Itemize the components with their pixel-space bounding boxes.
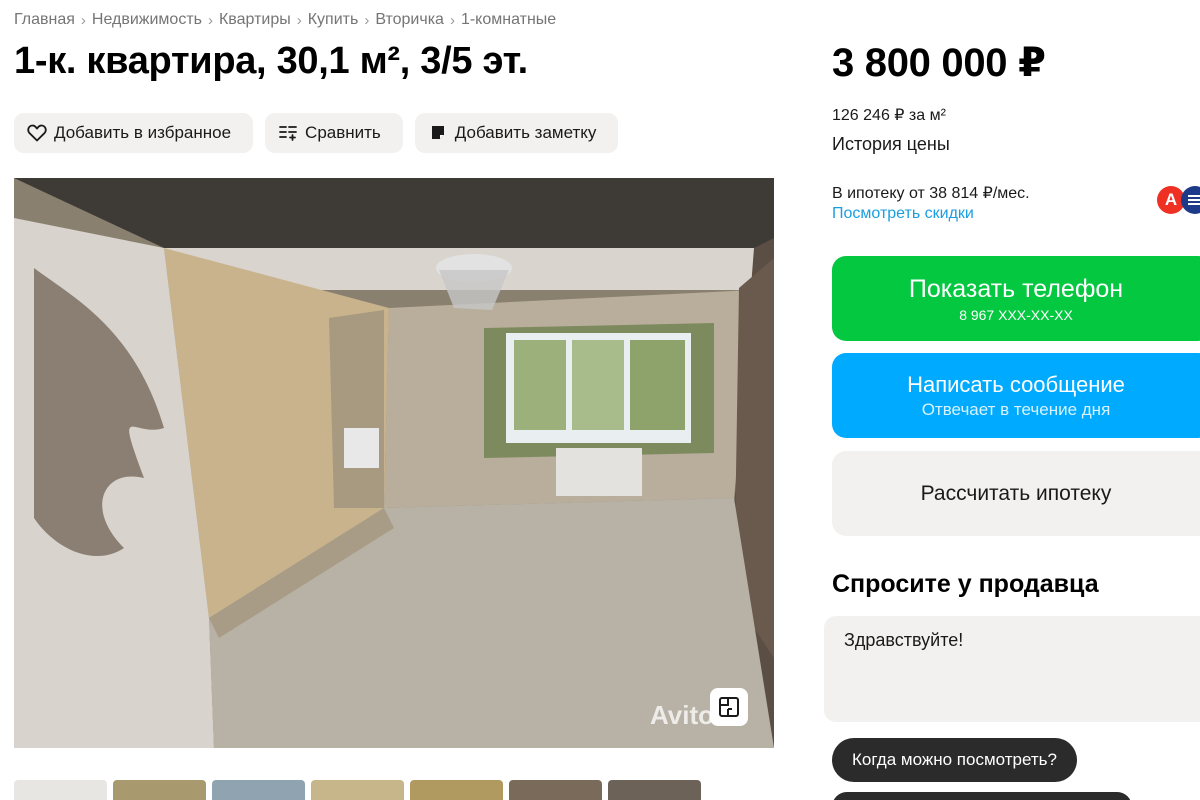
compare-icon (277, 122, 299, 144)
breadcrumb-separator: › (364, 11, 370, 29)
thumbnail[interactable] (212, 780, 305, 800)
avito-watermark: Avito (650, 700, 715, 730)
thumbnail[interactable] (608, 780, 701, 800)
thumbnail[interactable] (509, 780, 602, 800)
breadcrumb-item-buy[interactable]: Купить (308, 11, 359, 29)
breadcrumb-separator: › (296, 11, 302, 29)
phone-number: 8 967 XXX-XX-XX (959, 306, 1073, 323)
breadcrumb-item-secondary[interactable]: Вторичка (375, 11, 444, 29)
show-phone-label: Показать телефон (908, 274, 1124, 303)
add-note-label: Добавить заметку (454, 123, 597, 142)
quick-question-chip[interactable]: Когда можно посмотреть? (832, 738, 1077, 782)
main-photo[interactable]: Avito (14, 178, 774, 748)
breadcrumb-item-realty[interactable]: Недвижимость (92, 11, 202, 29)
compare-button[interactable]: Сравнить (265, 113, 403, 153)
heart-icon (26, 122, 48, 144)
breadcrumb-item-apartments[interactable]: Квартиры (219, 11, 291, 29)
breadcrumb: Главная › Недвижимость › Квартиры › Купи… (14, 11, 556, 29)
floor-plan-button[interactable] (710, 688, 748, 726)
breadcrumb-separator: › (449, 11, 455, 29)
seller-message-input[interactable]: Здравствуйте! (824, 616, 1200, 722)
listing-actions: Добавить в избранное Сравнить Добавить з… (14, 113, 619, 153)
ask-seller-title: Спросите у продавца (832, 570, 1099, 598)
breadcrumb-item-home[interactable]: Главная (14, 11, 75, 29)
page-title: 1-к. квартира, 30,1 м², 3/5 эт. (14, 40, 528, 82)
write-message-label: Написать сообщение (907, 371, 1125, 397)
add-to-favorites-label: Добавить в избранное (54, 123, 232, 142)
note-icon (427, 122, 449, 144)
mortgage-info: В ипотеку от 38 814 ₽/мес. (832, 185, 1030, 202)
quick-question-chip[interactable] (832, 792, 1132, 800)
price-history-link[interactable]: История цены (832, 134, 950, 155)
bank-logo-icon (1181, 186, 1200, 214)
response-time: Отвечает в течение дня (921, 399, 1111, 419)
price: 3 800 000 ₽ (832, 41, 1046, 85)
add-to-favorites-button[interactable]: Добавить в избранное (14, 113, 254, 153)
add-note-button[interactable]: Добавить заметку (414, 113, 619, 153)
calculate-mortgage-label: Рассчитать ипотеку (920, 481, 1112, 505)
thumbnail[interactable] (311, 780, 404, 800)
thumbnail[interactable] (113, 780, 206, 800)
price-per-square-meter: 126 246 ₽ за м² (832, 107, 946, 124)
floor-plan-icon (718, 696, 740, 718)
discounts-link[interactable]: Посмотреть скидки (832, 205, 974, 223)
thumbnail[interactable] (14, 780, 107, 800)
write-message-button[interactable]: Написать сообщение Отвечает в течение дн… (832, 353, 1200, 438)
breadcrumb-item-one-room[interactable]: 1-комнатные (461, 11, 556, 29)
breadcrumb-separator: › (207, 11, 213, 29)
show-phone-button[interactable]: Показать телефон 8 967 XXX-XX-XX (832, 256, 1200, 341)
breadcrumb-separator: › (80, 11, 86, 29)
calculate-mortgage-button[interactable]: Рассчитать ипотеку (832, 451, 1200, 536)
thumbnail[interactable] (410, 780, 503, 800)
compare-label: Сравнить (305, 123, 381, 142)
thumbnail-strip (14, 780, 701, 800)
